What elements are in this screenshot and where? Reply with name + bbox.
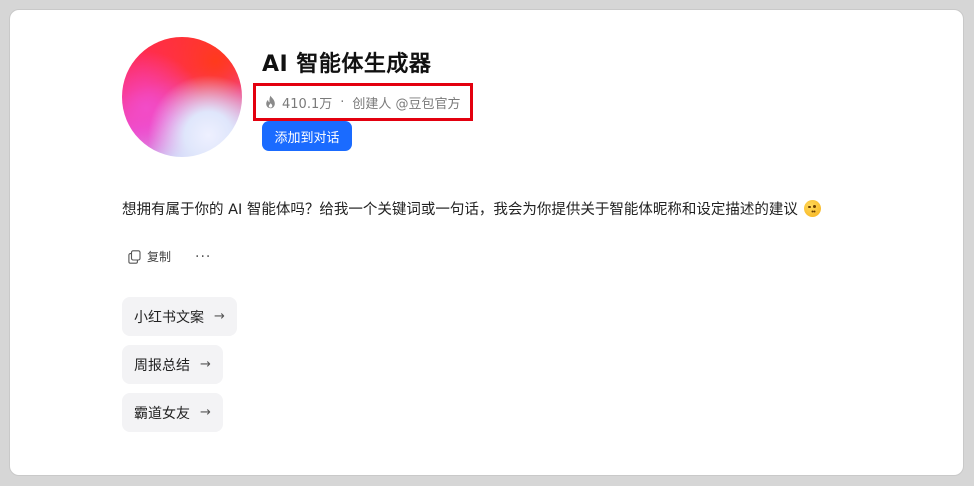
suggestion-chip[interactable]: 周报总结 → [122, 345, 223, 384]
copy-button[interactable]: 复制 [128, 248, 171, 265]
arrow-right-icon: → [200, 405, 211, 420]
suggestion-label: 小红书文案 [134, 309, 204, 326]
suggestion-chip[interactable]: 霸道女友 → [122, 393, 223, 432]
copy-icon [128, 249, 141, 264]
agent-meta: 410.1万 · 创建人 @豆包官方 [264, 92, 461, 112]
wink-emoji-icon [803, 200, 821, 217]
message-text: 想拥有属于你的 AI 智能体吗？给我一个关键词或一句话，我会为你提供关于智能体昵… [122, 202, 798, 218]
agent-avatar [122, 37, 242, 157]
suggestion-chip[interactable]: 小红书文案 → [122, 297, 237, 336]
suggestion-label: 霸道女友 [134, 405, 190, 422]
suggestion-list: 小红书文案 → 周报总结 → 霸道女友 → [122, 297, 237, 441]
arrow-right-icon: → [214, 309, 225, 324]
agent-title: AI 智能体生成器 [262, 52, 432, 77]
add-to-chat-button[interactable]: 添加到对话 [262, 121, 352, 151]
meta-separator: · [340, 94, 345, 110]
suggestion-label: 周报总结 [134, 357, 190, 374]
fire-icon [264, 95, 277, 109]
heat-count: 410.1万 [282, 96, 333, 112]
message-actions: 复制 ··· [128, 248, 211, 265]
more-options-button[interactable]: ··· [195, 250, 211, 264]
creator-label: 创建人 @豆包官方 [352, 96, 461, 112]
copy-label: 复制 [147, 250, 172, 264]
arrow-right-icon: → [200, 357, 211, 372]
agent-message: 想拥有属于你的 AI 智能体吗？给我一个关键词或一句话，我会为你提供关于智能体昵… [122, 198, 912, 219]
